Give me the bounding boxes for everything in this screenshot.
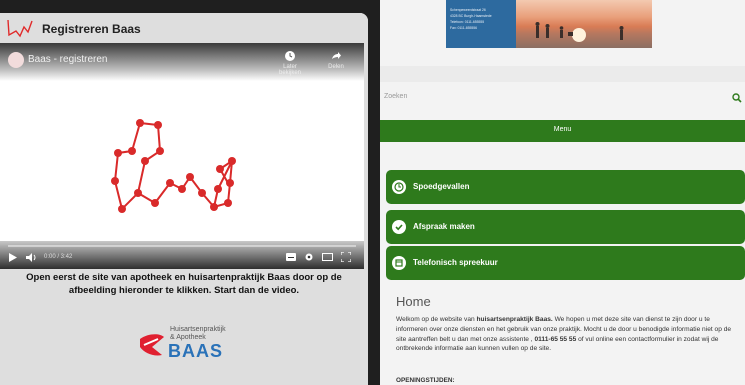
clock-icon — [285, 51, 295, 61]
video-time: 0:00 / 3:42 — [44, 254, 73, 260]
search-input[interactable]: Zoeken — [384, 93, 407, 100]
video-top-bar: Baas - registreren Later bekijken Delen — [0, 43, 364, 81]
emergency-button[interactable]: Spoedgevallen — [386, 170, 745, 204]
appointment-button[interactable]: Afspraak maken — [386, 210, 745, 244]
split-divider[interactable] — [368, 0, 380, 385]
search-bar — [380, 88, 745, 110]
intro-paragraph: Welkom op de website van huisartsenprakt… — [396, 315, 740, 354]
contact-line: Telefoon: 0111-655555 — [450, 20, 485, 24]
emergency-icon — [392, 180, 406, 194]
nav-bar — [380, 66, 745, 82]
video-progress-bar[interactable] — [8, 245, 356, 247]
phone-consultation-button[interactable]: Telefonisch spreekuur — [386, 246, 745, 280]
video-player[interactable]: Baas - registreren Later bekijken Delen — [0, 43, 364, 269]
led-graph-illustration — [111, 119, 236, 213]
settings-gear-icon[interactable] — [304, 252, 314, 262]
logo-subtitle: & Apotheek — [170, 334, 206, 341]
opening-hours-heading: OPENINGSTIJDEN: — [396, 377, 455, 384]
button-label: Afspraak maken — [413, 222, 475, 231]
button-label: Telefonisch spreekuur — [413, 258, 498, 267]
contact-line: 4328 BC Burgh-Haamstede — [450, 14, 492, 18]
calendar-icon — [392, 256, 406, 270]
watch-later-button[interactable]: Later bekijken — [272, 50, 308, 76]
header-photo — [516, 0, 652, 48]
page-title: Home — [396, 294, 431, 309]
volume-icon[interactable] — [26, 253, 38, 262]
beach-figures — [535, 22, 624, 40]
subtitles-icon[interactable] — [286, 253, 296, 261]
video-controls: 0:00 / 3:42 — [0, 241, 364, 269]
share-label: Delen — [328, 64, 344, 70]
instruction-text: Open eerst de site van apotheek en huisa… — [26, 272, 342, 296]
button-label: Spoedgevallen — [413, 182, 470, 191]
share-button[interactable]: Delen — [318, 50, 354, 70]
contact-box: Schenpeweerdstraat 26 4328 BC Burgh-Haam… — [446, 0, 516, 48]
contact-line: Fax: 0111-655556 — [450, 26, 478, 30]
search-icon[interactable] — [732, 93, 742, 103]
checkmark-icon — [392, 220, 406, 234]
play-icon[interactable] — [8, 253, 17, 262]
contact-line: Schenpeweerdstraat 26 — [450, 8, 486, 12]
channel-avatar[interactable] — [8, 52, 24, 68]
cast-icon[interactable] — [322, 253, 333, 261]
panel-header: Registreren Baas — [0, 13, 368, 43]
logo-wordmark: BAAS — [168, 341, 224, 361]
right-panel: Schenpeweerdstraat 26 4328 BC Burgh-Haam… — [380, 0, 745, 385]
panel-title: Registreren Baas — [42, 22, 141, 36]
left-panel: Registreren Baas Baas - registreren Late… — [0, 13, 368, 385]
watch-later-label: Later bekijken — [278, 64, 301, 76]
phone-number: 0111-65 55 55 — [534, 335, 577, 343]
share-icon — [332, 52, 341, 59]
intro-text: Welkom op de website van — [396, 316, 477, 323]
menu-label: Menu — [553, 126, 572, 133]
video-title[interactable]: Baas - registreren — [28, 54, 107, 65]
led-logo-icon — [7, 19, 33, 38]
fullscreen-icon[interactable] — [341, 252, 351, 262]
logo-subtitle: Huisartsenpraktijk — [170, 326, 226, 333]
practice-name: huisartsenpraktijk Baas. — [476, 316, 553, 323]
